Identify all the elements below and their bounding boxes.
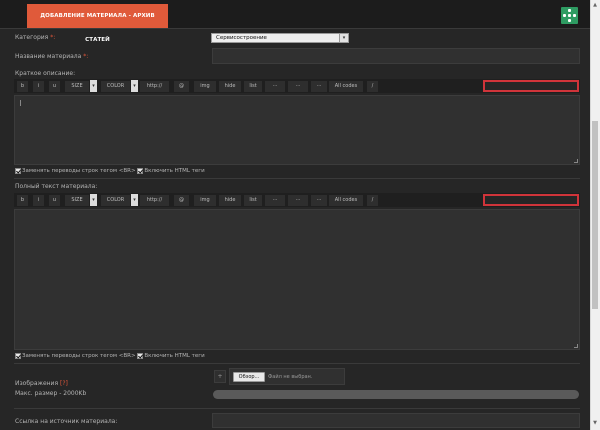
images-max-size: Макс. размер - 2000Kb [15, 390, 87, 397]
browse-button[interactable]: Обзор... [233, 372, 265, 382]
images-label: Изображения [?] [15, 380, 68, 387]
page: ДОБАВЛЕНИЕ МАТЕРИАЛА - АРХИВ СТАТЕЙ Кате… [0, 0, 600, 430]
url-button[interactable]: http:// [140, 195, 169, 206]
img-button[interactable]: img [194, 81, 216, 92]
chevron-down-icon[interactable]: ▾ [90, 80, 97, 92]
options-row-short: Заменять переводы строк тегом <BR> Включ… [15, 167, 205, 175]
size-select[interactable]: SIZE [65, 81, 89, 92]
title-input[interactable] [212, 48, 580, 64]
size-select[interactable]: SIZE [65, 195, 89, 206]
email-button[interactable]: @ [174, 81, 189, 92]
all-codes-button[interactable]: All codes [329, 195, 363, 206]
url-button[interactable]: http:// [140, 81, 169, 92]
br-checkbox[interactable] [15, 167, 21, 174]
images-help-link[interactable]: [?] [60, 380, 68, 387]
html-checkbox[interactable] [137, 167, 144, 174]
italic-button[interactable]: i [33, 195, 44, 206]
page-title: ДОБАВЛЕНИЕ МАТЕРИАЛА - АРХИВ СТАТЕЙ [27, 4, 168, 43]
highlight-box [483, 194, 579, 206]
resize-grip-icon[interactable] [574, 344, 578, 348]
text-cursor [20, 100, 21, 106]
upload-progress-bar [213, 390, 579, 399]
scrollbar-thumb[interactable] [592, 121, 598, 309]
chevron-down-icon[interactable]: ▾ [131, 80, 138, 92]
img-button[interactable]: img [194, 195, 216, 206]
source-input[interactable] [212, 413, 580, 428]
short-desc-textarea[interactable] [14, 95, 580, 165]
list-button[interactable]: list [244, 195, 262, 206]
br-checkbox-label: Заменять переводы строк тегом <BR> [22, 353, 136, 359]
extra-button-1[interactable]: ··· [265, 81, 285, 92]
close-tag-button[interactable]: / [367, 81, 378, 92]
chevron-down-icon: ▾ [339, 34, 348, 42]
html-checkbox-label: Включить HTML теги [144, 168, 205, 174]
extra-button-3[interactable]: ··· [311, 195, 327, 206]
scroll-down-icon[interactable]: ▼ [592, 420, 598, 426]
source-label: Ссылка на источник материала: [15, 418, 118, 425]
italic-button[interactable]: i [33, 81, 44, 92]
br-checkbox[interactable] [15, 352, 21, 359]
divider [14, 178, 580, 179]
scroll-up-icon[interactable]: ▲ [592, 2, 598, 8]
grid-dots-icon[interactable] [561, 7, 578, 24]
title-label: Название материала *: [15, 53, 89, 60]
chevron-down-icon[interactable]: ▾ [131, 194, 138, 206]
file-status: Файл не выбран. [268, 374, 313, 380]
category-select-value: Сервисостроение [216, 35, 267, 41]
category-select[interactable]: Сервисостроение ▾ [211, 33, 349, 43]
short-desc-label: Краткое описание: [15, 70, 76, 77]
html-checkbox[interactable] [137, 352, 144, 359]
underline-button[interactable]: u [49, 195, 60, 206]
list-button[interactable]: list [244, 81, 262, 92]
divider [14, 408, 580, 409]
options-row-full: Заменять переводы строк тегом <BR> Включ… [15, 352, 205, 360]
color-select[interactable]: COLOR [101, 195, 130, 206]
chevron-down-icon[interactable]: ▾ [90, 194, 97, 206]
underline-button[interactable]: u [49, 81, 60, 92]
category-label: Категория *: [15, 34, 56, 41]
full-text-label: Полный текст материала: [15, 183, 98, 190]
add-image-button[interactable]: + [214, 370, 226, 383]
close-tag-button[interactable]: / [367, 195, 378, 206]
extra-button-1[interactable]: ··· [265, 195, 285, 206]
email-button[interactable]: @ [174, 195, 189, 206]
full-text-textarea[interactable] [14, 209, 580, 350]
br-checkbox-label: Заменять переводы строк тегом <BR> [22, 168, 136, 174]
file-input: Обзор... Файл не выбран. [229, 368, 345, 385]
all-codes-button[interactable]: All codes [329, 81, 363, 92]
extra-button-2[interactable]: ··· [288, 81, 308, 92]
hide-button[interactable]: hide [219, 195, 241, 206]
highlight-box [483, 80, 579, 92]
extra-button-2[interactable]: ··· [288, 195, 308, 206]
bold-button[interactable]: b [17, 81, 28, 92]
extra-button-3[interactable]: ··· [311, 81, 327, 92]
html-checkbox-label: Включить HTML теги [144, 353, 205, 359]
hide-button[interactable]: hide [219, 81, 241, 92]
color-select[interactable]: COLOR [101, 81, 130, 92]
header-bar: ДОБАВЛЕНИЕ МАТЕРИАЛА - АРХИВ СТАТЕЙ [0, 0, 590, 43]
bold-button[interactable]: b [17, 195, 28, 206]
resize-grip-icon[interactable] [574, 159, 578, 163]
divider [14, 363, 580, 364]
